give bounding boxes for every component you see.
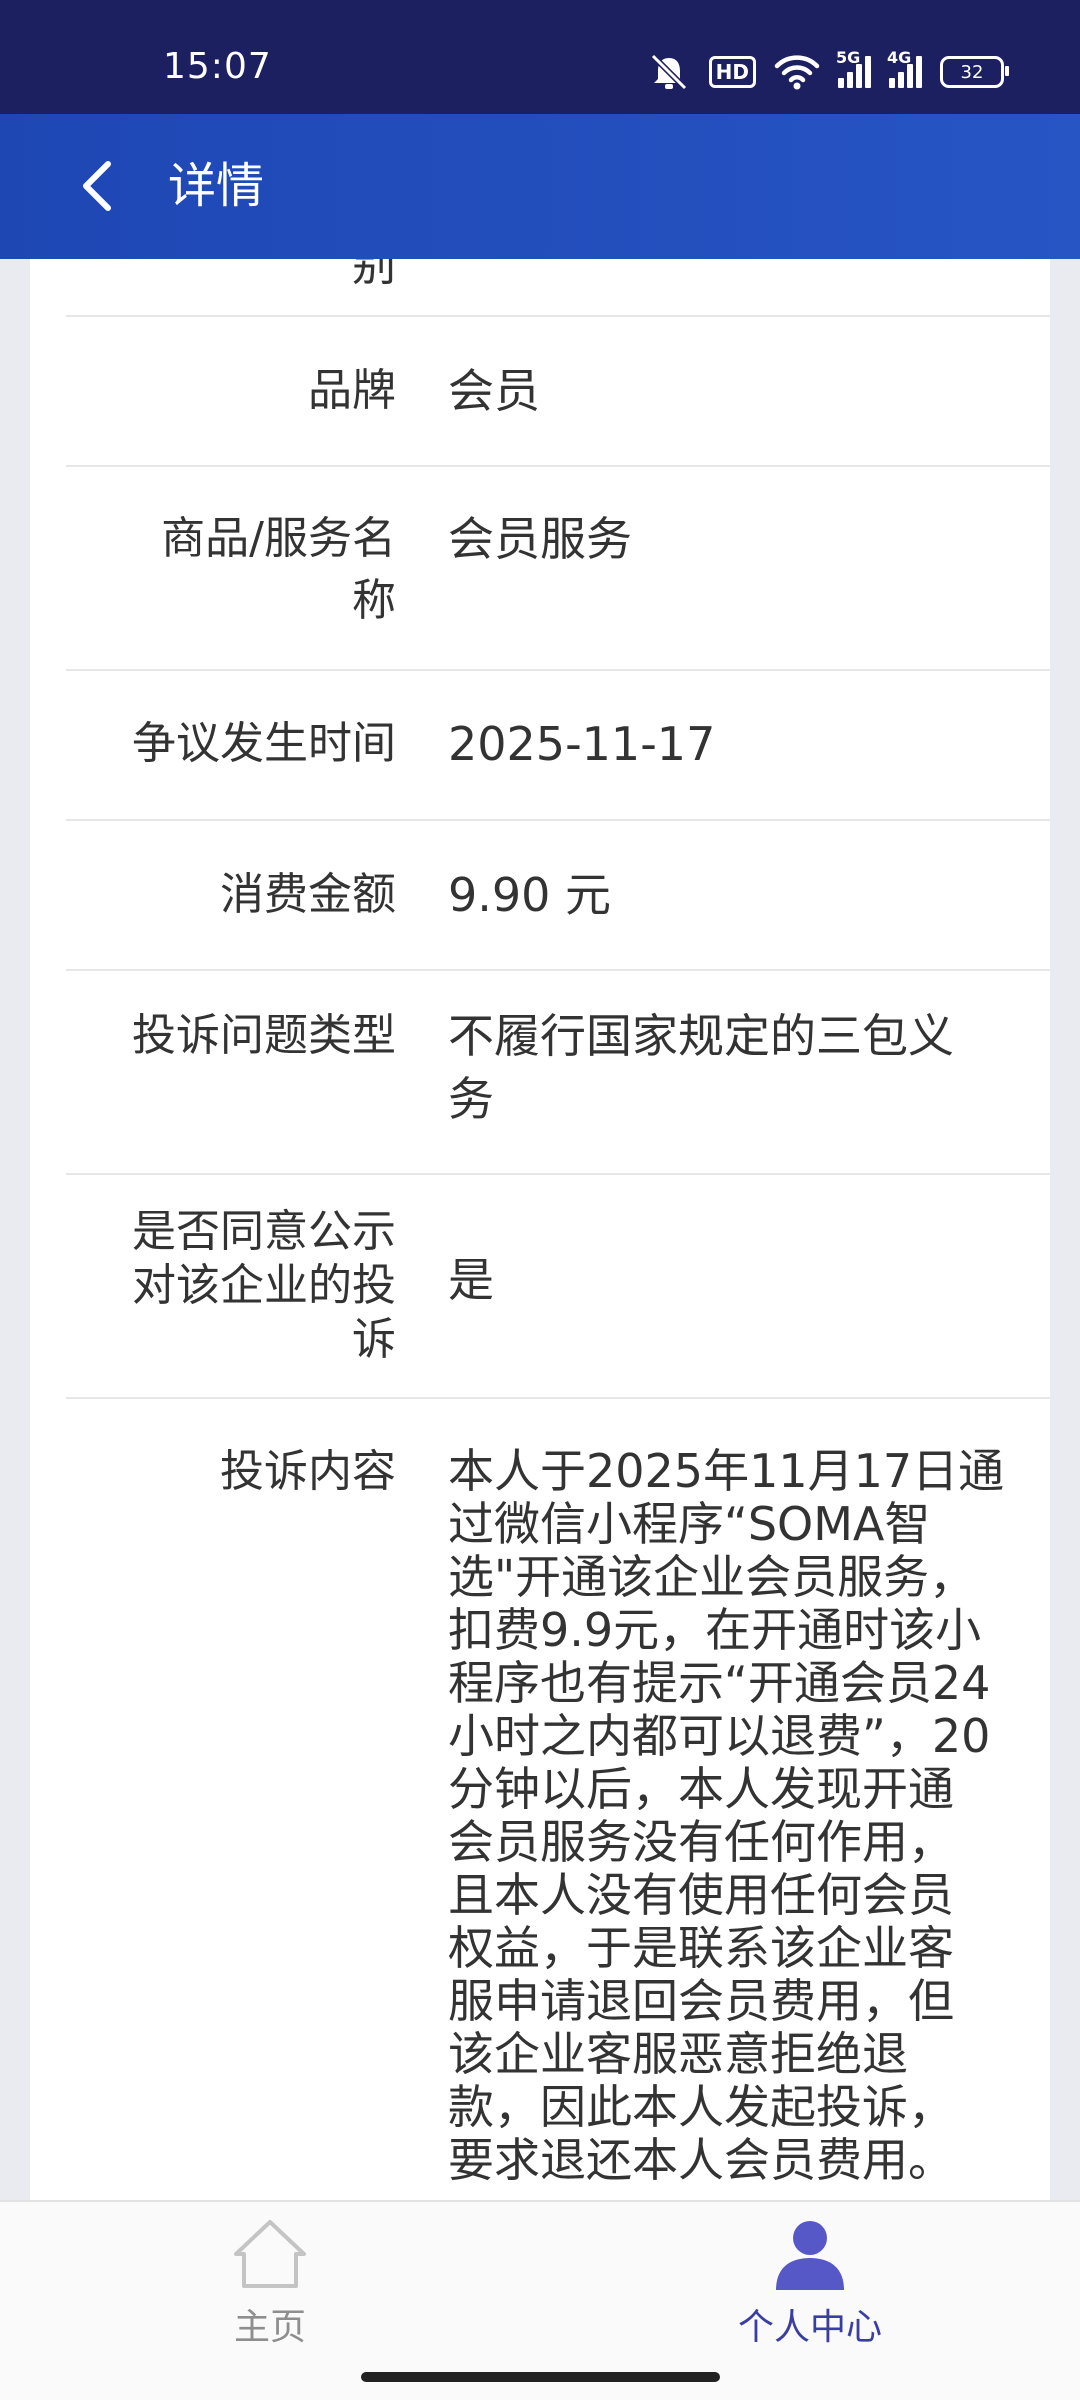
bottom-nav: 主页 个人中心 [0,2200,1080,2354]
content-label: 投诉内容 [220,1446,396,1497]
chevron-left-icon [83,161,111,211]
signal-4g-icon: 4G [887,48,922,88]
issue-type-label: 投诉问题类型 [132,1010,396,1061]
battery-level: 32 [960,61,984,83]
publish-value: 是 [448,1253,494,1307]
brand-value: 会员 [448,364,540,418]
dispute-time-value: 2025-11-17 [448,717,716,771]
content-value: 本人于2025年11月17日通 过微信小程序“SOMA智 选"开通该企业会员服务… [448,1444,1005,2187]
issue-type-value: 不履行国家规定的三包义 务 [448,1009,954,1126]
detail-row-issue-type: 投诉问题类型 不履行国家规定的三包义 务 [66,971,1050,1175]
mute-icon [647,52,691,92]
row-label: 别 [352,259,396,291]
wifi-icon [774,54,820,90]
brand-label: 品牌 [308,365,396,416]
page-title: 详情 [168,158,265,214]
detail-panel: 别 品牌 会员 商品/服务名 称 会员服务 争议发生时间 2025-11-17 … [30,259,1050,2200]
battery-icon: 32 [940,56,1009,88]
amount-value: 9.90 元 [448,868,612,922]
publish-label: 是否同意公示 对该企业的投 诉 [132,1206,396,1365]
tab-home-label: 主页 [233,2307,306,2348]
tab-profile-label: 个人中心 [737,2307,882,2348]
hd-badge: HD [708,56,756,88]
detail-row-amount: 消费金额 9.90 元 [66,821,1050,971]
detail-row-dispute-time: 争议发生时间 2025-11-17 [66,671,1050,821]
back-button[interactable] [68,154,132,218]
status-time: 15:07 [163,46,272,87]
status-icons: HD 5G 4G 32 [647,48,1009,92]
home-indicator[interactable] [361,2372,720,2382]
detail-row-publish: 是否同意公示 对该企业的投 诉 是 [66,1175,1050,1399]
detail-row-product: 商品/服务名 称 会员服务 [66,467,1050,671]
status-bar: 15:07 HD 5G 4G 32 [0,0,1080,114]
home-icon [234,2220,306,2288]
product-label: 商品/服务名 称 [161,513,396,626]
product-value: 会员服务 [448,512,632,566]
detail-row-brand: 品牌 会员 [66,317,1050,467]
detail-row-content: 投诉内容 本人于2025年11月17日通 过微信小程序“SOMA智 选"开通该企… [66,1399,1050,2200]
tab-profile[interactable]: 个人中心 [660,2202,960,2354]
tab-home[interactable]: 主页 [120,2202,420,2354]
amount-label: 消费金额 [220,869,396,920]
gesture-bar [0,2352,1080,2400]
header: 详情 [0,114,1080,259]
detail-row-partial: 别 [66,259,1050,317]
signal-5g-icon: 5G [836,48,871,88]
user-icon [776,2221,844,2290]
dispute-time-label: 争议发生时间 [132,718,396,769]
